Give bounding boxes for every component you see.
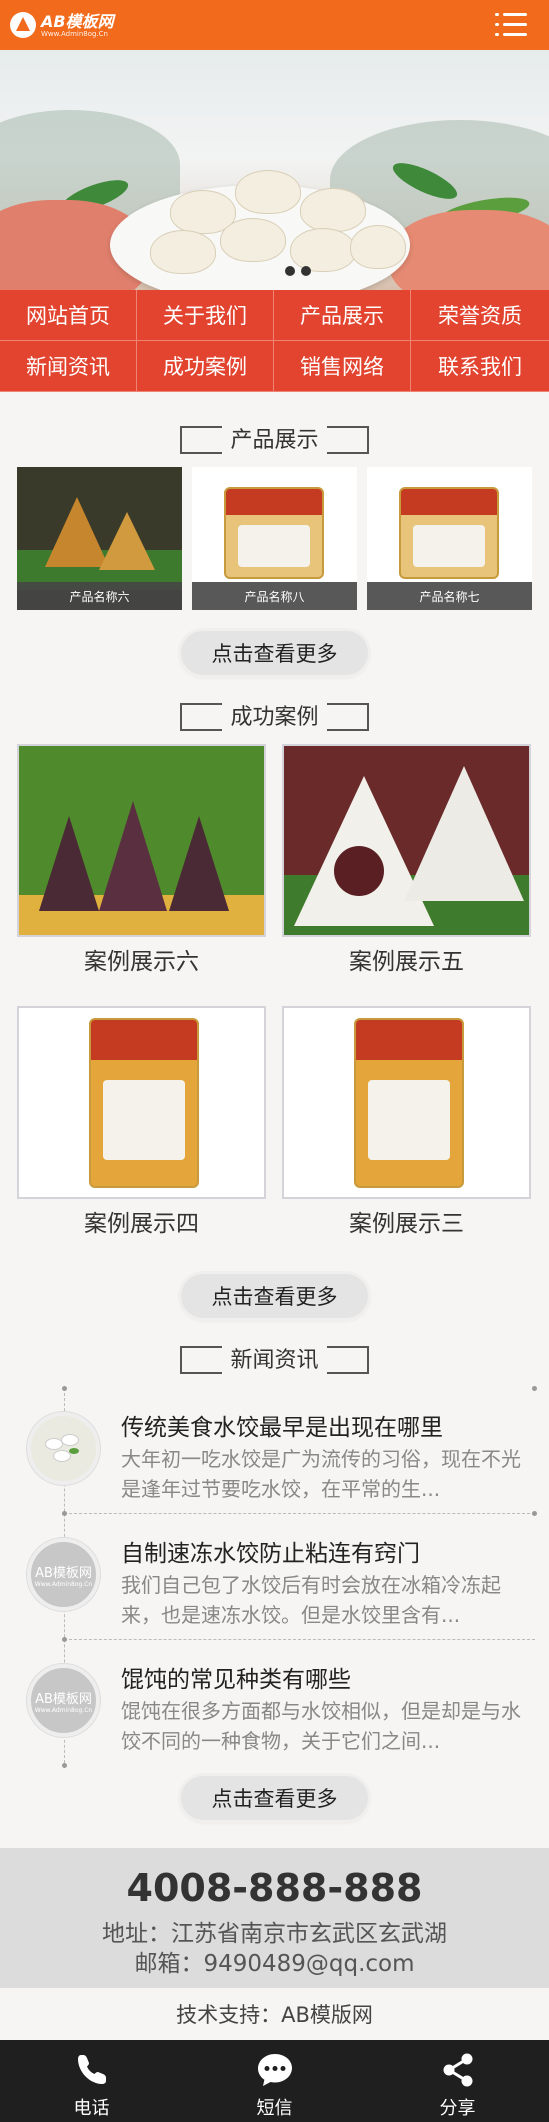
news-item-title[interactable]: 馄饨的常见种类有哪些 <box>121 1660 541 1694</box>
news-thumb-text: AB模板网 <box>35 1691 92 1707</box>
logo-icon <box>10 12 36 38</box>
nav-item-sales[interactable]: 销售网络 <box>274 341 411 392</box>
contact-email[interactable]: 邮箱：9490489@qq.com <box>0 1944 549 1978</box>
case-label: 案例展示四 <box>84 1211 199 1237</box>
banner-dot-1[interactable] <box>285 266 295 276</box>
case-card-1[interactable]: 案例展示六 <box>17 744 266 981</box>
news-item-title[interactable]: 传统美食水饺最早是出现在哪里 <box>121 1408 541 1442</box>
products-title: 产品展示 <box>230 428 319 453</box>
main-nav: 网站首页 关于我们 产品展示 荣誉资质 新闻资讯 成功案例 销售网络 联系我们 <box>0 290 549 392</box>
logo-main-text: AB模板网 <box>41 11 114 31</box>
nav-item-honors[interactable]: 荣誉资质 <box>411 290 549 341</box>
nav-item-products[interactable]: 产品展示 <box>274 290 411 341</box>
footer-call-label: 电话 <box>73 2098 110 2119</box>
menu-icon[interactable] <box>495 13 527 37</box>
cases-title: 成功案例 <box>230 705 319 730</box>
news-thumbnail: AB模板网 Www.Admin8og.Cn <box>27 1538 100 1611</box>
product-label: 产品名称八 <box>192 582 357 610</box>
news-item-desc: 大年初一吃水饺是广为流传的习俗，现在不光是逢年过节要吃水饺，在平常的生... <box>121 1447 521 1501</box>
case-label: 案例展示六 <box>84 949 199 975</box>
contact-address: 地址：江苏省南京市玄武区玄武湖 <box>102 1921 447 1947</box>
case-image <box>282 1006 531 1199</box>
news-item-2[interactable]: AB模板网 Www.Admin8og.Cn 自制速冻水饺防止粘连有窍门 我们自己包… <box>0 1511 549 1640</box>
cases-section-title: 成功案例 <box>0 700 549 731</box>
nav-item-contact[interactable]: 联系我们 <box>411 341 549 392</box>
news-item-3[interactable]: AB模板网 Www.Admin8og.Cn 馄饨的常见种类有哪些 馄饨在很多方面都… <box>0 1637 549 1768</box>
news-section-title: 新闻资讯 <box>0 1343 549 1374</box>
nav-item-about[interactable]: 关于我们 <box>137 290 274 341</box>
news-thumbnail <box>27 1412 100 1485</box>
case-card-4[interactable]: 案例展示三 <box>282 1006 531 1243</box>
chat-icon <box>257 2054 292 2086</box>
case-card-2[interactable]: 案例展示五 <box>282 744 531 981</box>
logo-sub-text: Www.Admin8og.Cn <box>41 29 108 38</box>
product-label: 产品名称六 <box>17 582 182 610</box>
banner-pagination[interactable] <box>285 266 311 276</box>
news-thumbnail: AB模板网 Www.Admin8og.Cn <box>27 1664 100 1737</box>
news-more-button[interactable]: 点击查看更多 <box>181 1776 368 1820</box>
news-thumb-sub: Www.Admin8og.Cn <box>34 1706 93 1714</box>
product-card-3[interactable]: 产品名称七 <box>367 467 532 610</box>
case-image <box>17 1006 266 1199</box>
footer-call-button[interactable]: 电话 <box>0 2040 183 2122</box>
news-title: 新闻资讯 <box>230 1348 319 1373</box>
phone-icon <box>77 2055 106 2084</box>
footer-share-button[interactable]: 分享 <box>366 2040 549 2122</box>
contact-section: 4008-888-888 地址：江苏省南京市玄武区玄武湖 邮箱：9490489@… <box>0 1848 549 1988</box>
product-card-2[interactable]: 产品名称八 <box>192 467 357 610</box>
header-bar: AB模板网 Www.Admin8og.Cn <box>0 0 549 50</box>
news-item-1[interactable]: 传统美食水饺最早是出现在哪里 大年初一吃水饺是广为流传的习俗，现在不光是逢年过节… <box>0 1386 549 1514</box>
site-logo[interactable]: AB模板网 Www.Admin8og.Cn <box>10 10 114 40</box>
news-thumb-sub: Www.Admin8og.Cn <box>34 1580 93 1588</box>
footer-sms-label: 短信 <box>256 2098 293 2119</box>
cases-more-button[interactable]: 点击查看更多 <box>181 1274 368 1318</box>
case-image <box>282 744 531 937</box>
case-card-3[interactable]: 案例展示四 <box>17 1006 266 1243</box>
footer-share-label: 分享 <box>439 2098 476 2119</box>
banner-dot-2[interactable] <box>301 266 311 276</box>
footer-bar: 电话 短信 分享 <box>0 2040 549 2122</box>
nav-item-home[interactable]: 网站首页 <box>0 290 137 341</box>
nav-item-news[interactable]: 新闻资讯 <box>0 341 137 392</box>
nav-item-cases[interactable]: 成功案例 <box>137 341 274 392</box>
contact-phone[interactable]: 4008-888-888 <box>0 1866 549 1910</box>
share-icon <box>443 2053 472 2087</box>
products-section-title: 产品展示 <box>0 423 549 454</box>
logo-text: AB模板网 Www.Admin8og.Cn <box>41 13 114 38</box>
news-item-desc: 馄饨在很多方面都与水饺相似，但是却是与水饺不同的一种食物，关于它们之间... <box>121 1699 521 1753</box>
hero-banner[interactable] <box>0 50 549 290</box>
tech-support[interactable]: 技术支持：AB模版网 <box>0 1988 549 2040</box>
products-more-button[interactable]: 点击查看更多 <box>181 631 368 675</box>
product-label: 产品名称七 <box>367 582 532 610</box>
news-thumb-text: AB模板网 <box>35 1565 92 1581</box>
news-item-title[interactable]: 自制速冻水饺防止粘连有窍门 <box>121 1534 541 1568</box>
news-item-desc: 我们自己包了水饺后有时会放在冰箱冷冻起来，也是速冻水饺。但是水饺里含有... <box>121 1573 501 1627</box>
case-label: 案例展示五 <box>349 949 464 975</box>
product-card-1[interactable]: 产品名称六 <box>17 467 182 610</box>
footer-sms-button[interactable]: 短信 <box>183 2040 366 2122</box>
case-label: 案例展示三 <box>349 1211 464 1237</box>
case-image <box>17 744 266 937</box>
